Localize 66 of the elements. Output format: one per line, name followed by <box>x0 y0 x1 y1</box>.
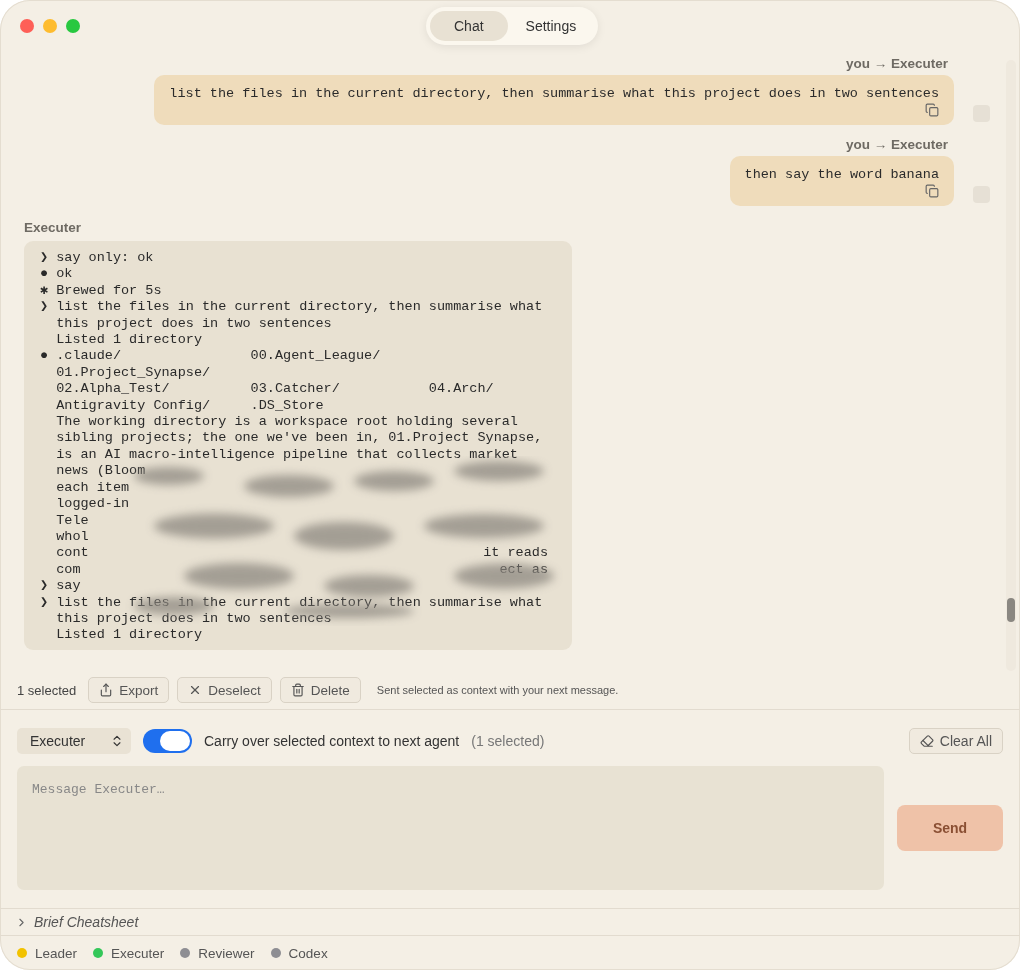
output-line: is an AI macro-intelligence pipeline that collects market <box>56 446 518 464</box>
copy-button[interactable] <box>925 103 939 117</box>
output-line: news (Bloom <box>56 463 146 480</box>
line-marker: ● <box>40 348 49 364</box>
output-line: each item <box>56 479 130 497</box>
agent-name: Codex <box>288 945 328 961</box>
eraser-icon <box>919 734 934 748</box>
output-line: Listed 1 directory <box>56 332 202 349</box>
line-marker: ❯ <box>40 299 49 315</box>
message-text: then say the word banana <box>744 167 939 182</box>
trash-icon <box>290 683 305 697</box>
output-line: ok <box>56 266 73 283</box>
output-line: list the files in the current directory, then summarise what <box>56 299 543 316</box>
sender-label: you → Executer <box>845 137 948 152</box>
message-field[interactable]: Message Executer… <box>17 766 884 890</box>
output-line: cont <box>56 545 89 562</box>
line-marker: ❯ <box>40 578 49 594</box>
output-line: say only: ok <box>56 250 154 267</box>
tab[interactable]: Settings <box>507 11 595 41</box>
sender-label: you → Executer <box>845 56 948 71</box>
close-button[interactable] <box>20 19 34 33</box>
selection-count: 1 selected <box>17 682 77 698</box>
line-marker: ✱ <box>40 282 49 298</box>
cheatsheet-label: Brief Cheatsheet <box>34 914 139 930</box>
output-fragment: ect as <box>499 561 549 579</box>
output-line: Antigravity Config/ .DS_Store <box>56 397 324 415</box>
zoom-button[interactable] <box>66 19 80 33</box>
agent-name: Executer <box>111 945 165 961</box>
line-marker: ● <box>40 266 49 282</box>
output-line: list the files in the current directory, then summarise what <box>56 594 543 611</box>
output-line: The working directory is a workspace root holding several <box>56 414 518 431</box>
output-line: this project does in two sentences <box>56 610 332 628</box>
deselect-button[interactable]: Deselect <box>177 677 272 703</box>
selected-count: (1 selected) <box>471 733 545 749</box>
output-line: com <box>56 561 81 579</box>
toggle-label: Carry over selected context to next agent <box>204 733 460 749</box>
carry-over-toggle[interactable] <box>143 729 192 753</box>
output-line: Listed 1 directory <box>56 627 202 644</box>
agent-select[interactable]: Executer <box>17 728 131 754</box>
cheatsheet-toggle[interactable]: Brief Cheatsheet <box>0 909 1020 936</box>
selection-note: Sent selected as context with your next message. <box>376 684 619 696</box>
export-button[interactable]: Export <box>88 677 170 703</box>
output-line: Brewed for 5s <box>56 282 162 300</box>
output-line: logged-in <box>56 496 130 513</box>
output-line: whol <box>56 528 89 546</box>
copy-button[interactable] <box>925 184 939 198</box>
output-line: 02.Alpha_Test/ 03.Catcher/ 04.Arch/ <box>56 381 494 398</box>
line-marker: ❯ <box>40 594 49 610</box>
output-line: Tele <box>56 512 89 529</box>
output-line: sibling projects; the one we've been in, 01.Project Synapse, <box>56 430 543 447</box>
tab[interactable]: Chat <box>430 11 508 41</box>
line-marker: ❯ <box>40 250 49 265</box>
agent-name: Reviewer <box>198 945 255 961</box>
output-line: this project does in two sentences <box>56 315 332 333</box>
output-fragment: it reads <box>483 545 549 562</box>
delete-button[interactable]: Delete <box>279 677 361 703</box>
agent-name: Leader <box>35 945 78 961</box>
scroll-bar[interactable] <box>1006 60 1016 671</box>
output-line: say <box>56 578 81 595</box>
minimize-button[interactable] <box>43 19 57 33</box>
clear-all-button[interactable]: Clear All <box>908 728 1003 754</box>
sender-label: Executer <box>24 220 83 235</box>
share-icon <box>99 683 114 697</box>
message-text: list the files in the current directory, then summarise what this project does in two sentences <box>169 86 939 101</box>
output-line: .claude/ 00.Agent_League/ <box>56 348 381 365</box>
output-line: 01.Project_Synapse/ <box>56 364 211 382</box>
